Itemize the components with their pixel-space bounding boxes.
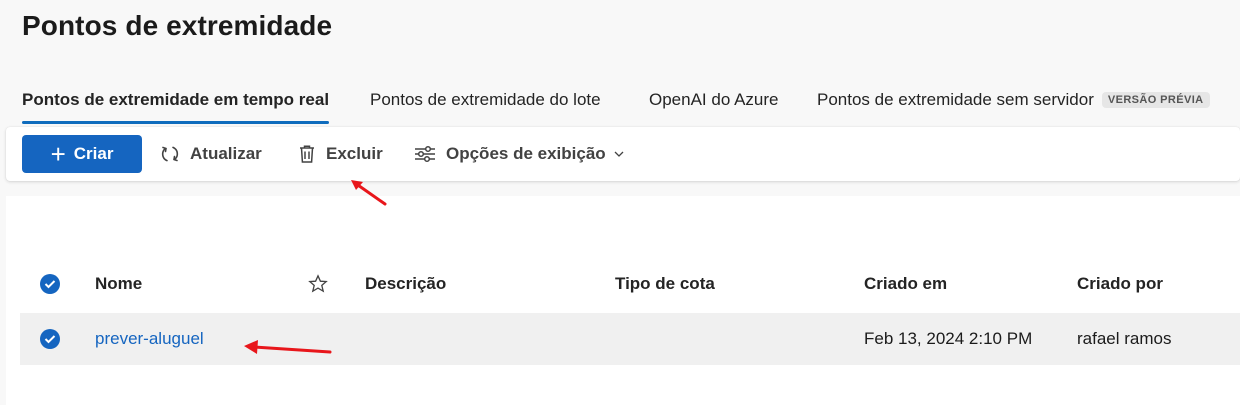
column-header-created-by[interactable]: Criado por [1077, 258, 1163, 310]
trash-icon [300, 145, 314, 163]
view-options-label: Opções de exibição [446, 144, 606, 163]
tab-label: Pontos de extremidade do lote [370, 90, 601, 109]
tab-azure-openai[interactable]: OpenAI do Azure [649, 90, 778, 122]
star-icon[interactable] [308, 258, 328, 310]
annotation-arrow-row [244, 340, 332, 354]
select-all-checkbox[interactable] [40, 258, 60, 310]
table-row[interactable]: prever-aluguel Feb 13, 2024 2:10 PM rafa… [20, 313, 1240, 365]
preview-badge: VERSÃO PRÉVIA [1101, 92, 1210, 108]
refresh-label: Atualizar [190, 144, 262, 163]
create-button-label: Criar [73, 144, 114, 163]
command-bar: + Criar Atualizar Excluir Opções de exib… [6, 127, 1240, 181]
delete-label: Excluir [326, 144, 383, 163]
create-button[interactable]: + Criar [22, 135, 142, 173]
endpoint-created-on: Feb 13, 2024 2:10 PM [864, 329, 1033, 348]
tab-realtime-endpoints[interactable]: Pontos de extremidade em tempo real [22, 90, 330, 124]
tab-label: Pontos de extremidade sem servidor [817, 90, 1094, 109]
tab-label: Pontos de extremidade em tempo real [22, 90, 330, 109]
column-header-name[interactable]: Nome [95, 258, 142, 310]
delete-button[interactable]: Excluir [298, 135, 383, 173]
settings-sliders-icon [415, 145, 435, 163]
chevron-down-icon [614, 151, 624, 157]
endpoint-name-link[interactable]: prever-aluguel [95, 313, 204, 365]
tab-serverless-endpoints[interactable]: Pontos de extremidade sem servidor VERSÃO… [817, 90, 1210, 122]
table-header-row: Nome Descrição Tipo de cota Criado em Cr… [20, 258, 1240, 310]
annotation-arrow-delete [351, 180, 387, 206]
refresh-icon [161, 146, 179, 162]
column-header-quota-type[interactable]: Tipo de cota [615, 258, 715, 310]
endpoint-created-by: rafael ramos [1077, 329, 1172, 348]
column-header-created-on[interactable]: Criado em [864, 258, 947, 310]
view-options-button[interactable]: Opções de exibição [414, 135, 626, 173]
checkmark-icon [40, 329, 60, 349]
tab-bar: Pontos de extremidade em tempo real Pont… [0, 86, 1240, 126]
page-title: Pontos de extremidade [22, 10, 333, 41]
tab-batch-endpoints[interactable]: Pontos de extremidade do lote [370, 90, 601, 122]
checkmark-icon [40, 274, 60, 294]
plus-icon: + [50, 139, 66, 169]
column-header-description[interactable]: Descrição [365, 258, 446, 310]
refresh-button[interactable]: Atualizar [160, 135, 262, 173]
row-checkbox[interactable] [40, 313, 60, 365]
endpoints-table: Nome Descrição Tipo de cota Criado em Cr… [6, 196, 1240, 405]
tab-label: OpenAI do Azure [649, 90, 779, 109]
